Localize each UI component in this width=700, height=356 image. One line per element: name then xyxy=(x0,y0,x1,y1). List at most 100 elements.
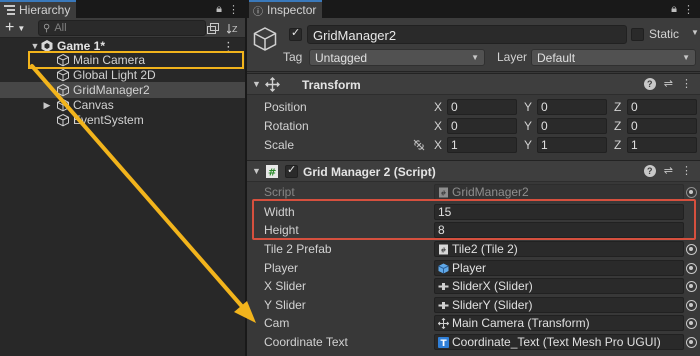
object-picker-icon[interactable] xyxy=(686,244,697,255)
create-button[interactable]: + ▼ xyxy=(5,19,31,37)
hierarchy-item-global-light[interactable]: Global Light 2D xyxy=(0,67,245,83)
fold-right-icon[interactable]: ▶ xyxy=(42,100,52,111)
layer-label: Layer xyxy=(497,50,528,64)
static-label: Static xyxy=(649,27,680,41)
scene-visibility-icon[interactable] xyxy=(207,22,219,34)
menu-kebab-icon[interactable]: ⋮ xyxy=(683,3,694,16)
static-checkbox[interactable] xyxy=(631,28,644,41)
sort-icon[interactable]: Z xyxy=(227,23,239,34)
hierarchy-item-canvas[interactable]: ▶ Canvas xyxy=(0,97,245,113)
hierarchy-item-label: Main Camera xyxy=(73,53,146,67)
object-picker-icon[interactable] xyxy=(686,300,697,311)
scale-y-field[interactable]: 1 xyxy=(537,137,607,153)
component-menu-icon[interactable]: ⋮ xyxy=(681,77,692,90)
search-placeholder: All xyxy=(54,22,67,34)
hierarchy-item-label: Canvas xyxy=(73,98,114,112)
hierarchy-item-label: GridManager2 xyxy=(73,83,150,97)
plus-icon: + xyxy=(5,19,15,36)
tile-prefab-field[interactable]: # Tile2 (Tile 2) xyxy=(434,241,684,257)
transform-title: Transform xyxy=(302,78,361,92)
tab-hierarchy[interactable]: Hierarchy xyxy=(0,0,77,18)
help-icon[interactable]: ? xyxy=(643,77,656,90)
height-field[interactable]: 8 xyxy=(434,222,684,238)
hierarchy-tabbar: Hierarchy 🔒︎ ⋮ xyxy=(0,0,245,18)
prefab-cube-icon xyxy=(438,263,449,273)
slider-component-icon xyxy=(438,282,449,290)
constrain-proportions-icon[interactable] xyxy=(413,139,425,151)
fold-down-icon[interactable]: ▼ xyxy=(252,166,261,176)
position-x-field[interactable]: 0 xyxy=(447,99,517,115)
object-name-input[interactable]: GridManager2 xyxy=(307,25,627,44)
x-slider-label: X Slider xyxy=(264,279,307,293)
axis-z-label: Z xyxy=(614,138,622,152)
axis-z-label: Z xyxy=(614,100,622,114)
chevron-down-icon: ▼ xyxy=(682,53,690,62)
lock-icon[interactable]: 🔒︎ xyxy=(671,3,677,16)
position-y-field[interactable]: 0 xyxy=(537,99,607,115)
rotation-z-field[interactable]: 0 xyxy=(627,118,697,134)
script-component-header[interactable]: ▼ # Grid Manager 2 (Script) ? ⇌ ⋮ xyxy=(247,160,700,182)
hierarchy-search-input[interactable]: ⚲ All xyxy=(38,20,206,36)
transform-header[interactable]: ▼ Transform ? ⇌ ⋮ xyxy=(247,73,700,95)
help-icon[interactable]: ? xyxy=(643,164,656,177)
scale-z-field[interactable]: 1 xyxy=(627,137,697,153)
x-slider-row: X Slider SliderX (Slider) xyxy=(247,276,700,295)
cam-row: Cam Main Camera (Transform) xyxy=(247,313,700,332)
gameobject-cube-icon xyxy=(57,68,69,82)
cam-value: Main Camera (Transform) xyxy=(452,316,590,330)
object-header: GridManager2 Static ▼ Tag Untagged ▼ Lay… xyxy=(247,18,700,72)
tab-inspector[interactable]: ⓘ Inspector xyxy=(249,0,323,18)
tag-dropdown[interactable]: Untagged ▼ xyxy=(309,49,485,66)
tab-inspector-label: Inspector xyxy=(267,3,317,17)
object-picker-icon[interactable] xyxy=(686,337,697,348)
fold-down-icon[interactable]: ▼ xyxy=(252,79,261,89)
svg-text:#: # xyxy=(268,168,276,179)
fold-down-icon[interactable]: ▼ xyxy=(30,41,40,51)
object-picker-icon[interactable] xyxy=(686,281,697,292)
width-label: Width xyxy=(264,205,295,219)
tile-prefab-row: Tile 2 Prefab # Tile2 (Tile 2) xyxy=(247,239,700,258)
cam-field[interactable]: Main Camera (Transform) xyxy=(434,315,684,331)
inspector-tabbar: ⓘ Inspector 🔒︎ ⋮ xyxy=(247,0,700,18)
player-row: Player Player xyxy=(247,258,700,277)
height-row: Height 8 xyxy=(247,220,700,239)
layer-dropdown[interactable]: Default ▼ xyxy=(531,49,696,66)
coordinate-text-row: Coordinate Text T Coordinate_Text (Text … xyxy=(247,332,700,351)
coordinate-text-field[interactable]: T Coordinate_Text (Text Mesh Pro UGUI) xyxy=(434,334,684,350)
component-menu-icon[interactable]: ⋮ xyxy=(681,164,692,177)
width-field[interactable]: 15 xyxy=(434,204,684,220)
tile-prefab-value: Tile2 (Tile 2) xyxy=(452,242,518,256)
object-picker-icon[interactable] xyxy=(686,318,697,329)
layer-value: Default xyxy=(537,51,576,65)
x-slider-value: SliderX (Slider) xyxy=(452,279,533,293)
y-slider-field[interactable]: SliderY (Slider) xyxy=(434,297,684,313)
hierarchy-item-gridmanager2[interactable]: GridManager2 xyxy=(0,82,245,98)
preset-icon[interactable]: ⇌ xyxy=(664,77,673,90)
lock-icon[interactable]: 🔒︎ xyxy=(216,3,222,16)
object-picker-icon[interactable] xyxy=(686,263,697,274)
object-picker-icon xyxy=(686,187,697,198)
active-checkbox[interactable] xyxy=(289,26,302,41)
y-slider-value: SliderY (Slider) xyxy=(452,298,533,312)
hierarchy-item-main-camera[interactable]: Main Camera xyxy=(0,52,245,68)
rotation-y-field[interactable]: 0 xyxy=(537,118,607,134)
script-enabled-checkbox[interactable] xyxy=(285,163,298,178)
static-dropdown-icon[interactable]: ▼ xyxy=(691,28,699,37)
rotation-x-field[interactable]: 0 xyxy=(447,118,517,134)
svg-text:#: # xyxy=(441,189,447,197)
script-row: Script # GridManager2 xyxy=(247,182,700,201)
hierarchy-item-eventsystem[interactable]: EventSystem xyxy=(0,112,245,128)
menu-kebab-icon[interactable]: ⋮ xyxy=(228,3,239,16)
x-slider-field[interactable]: SliderX (Slider) xyxy=(434,278,684,294)
scale-x-field[interactable]: 1 xyxy=(447,137,517,153)
csharp-script-icon: # xyxy=(266,165,278,179)
rotation-row: Rotation X0 Y0 Z0 xyxy=(247,116,700,135)
y-slider-row: Y Slider SliderY (Slider) xyxy=(247,295,700,314)
preset-icon[interactable]: ⇌ xyxy=(664,164,673,177)
tag-value: Untagged xyxy=(315,51,368,65)
player-field[interactable]: Player xyxy=(434,260,684,276)
hierarchy-list-icon xyxy=(4,5,15,15)
position-row: Position X0 Y0 Z0 xyxy=(247,97,700,116)
position-z-field[interactable]: 0 xyxy=(627,99,697,115)
search-icon: ⚲ xyxy=(43,22,51,34)
